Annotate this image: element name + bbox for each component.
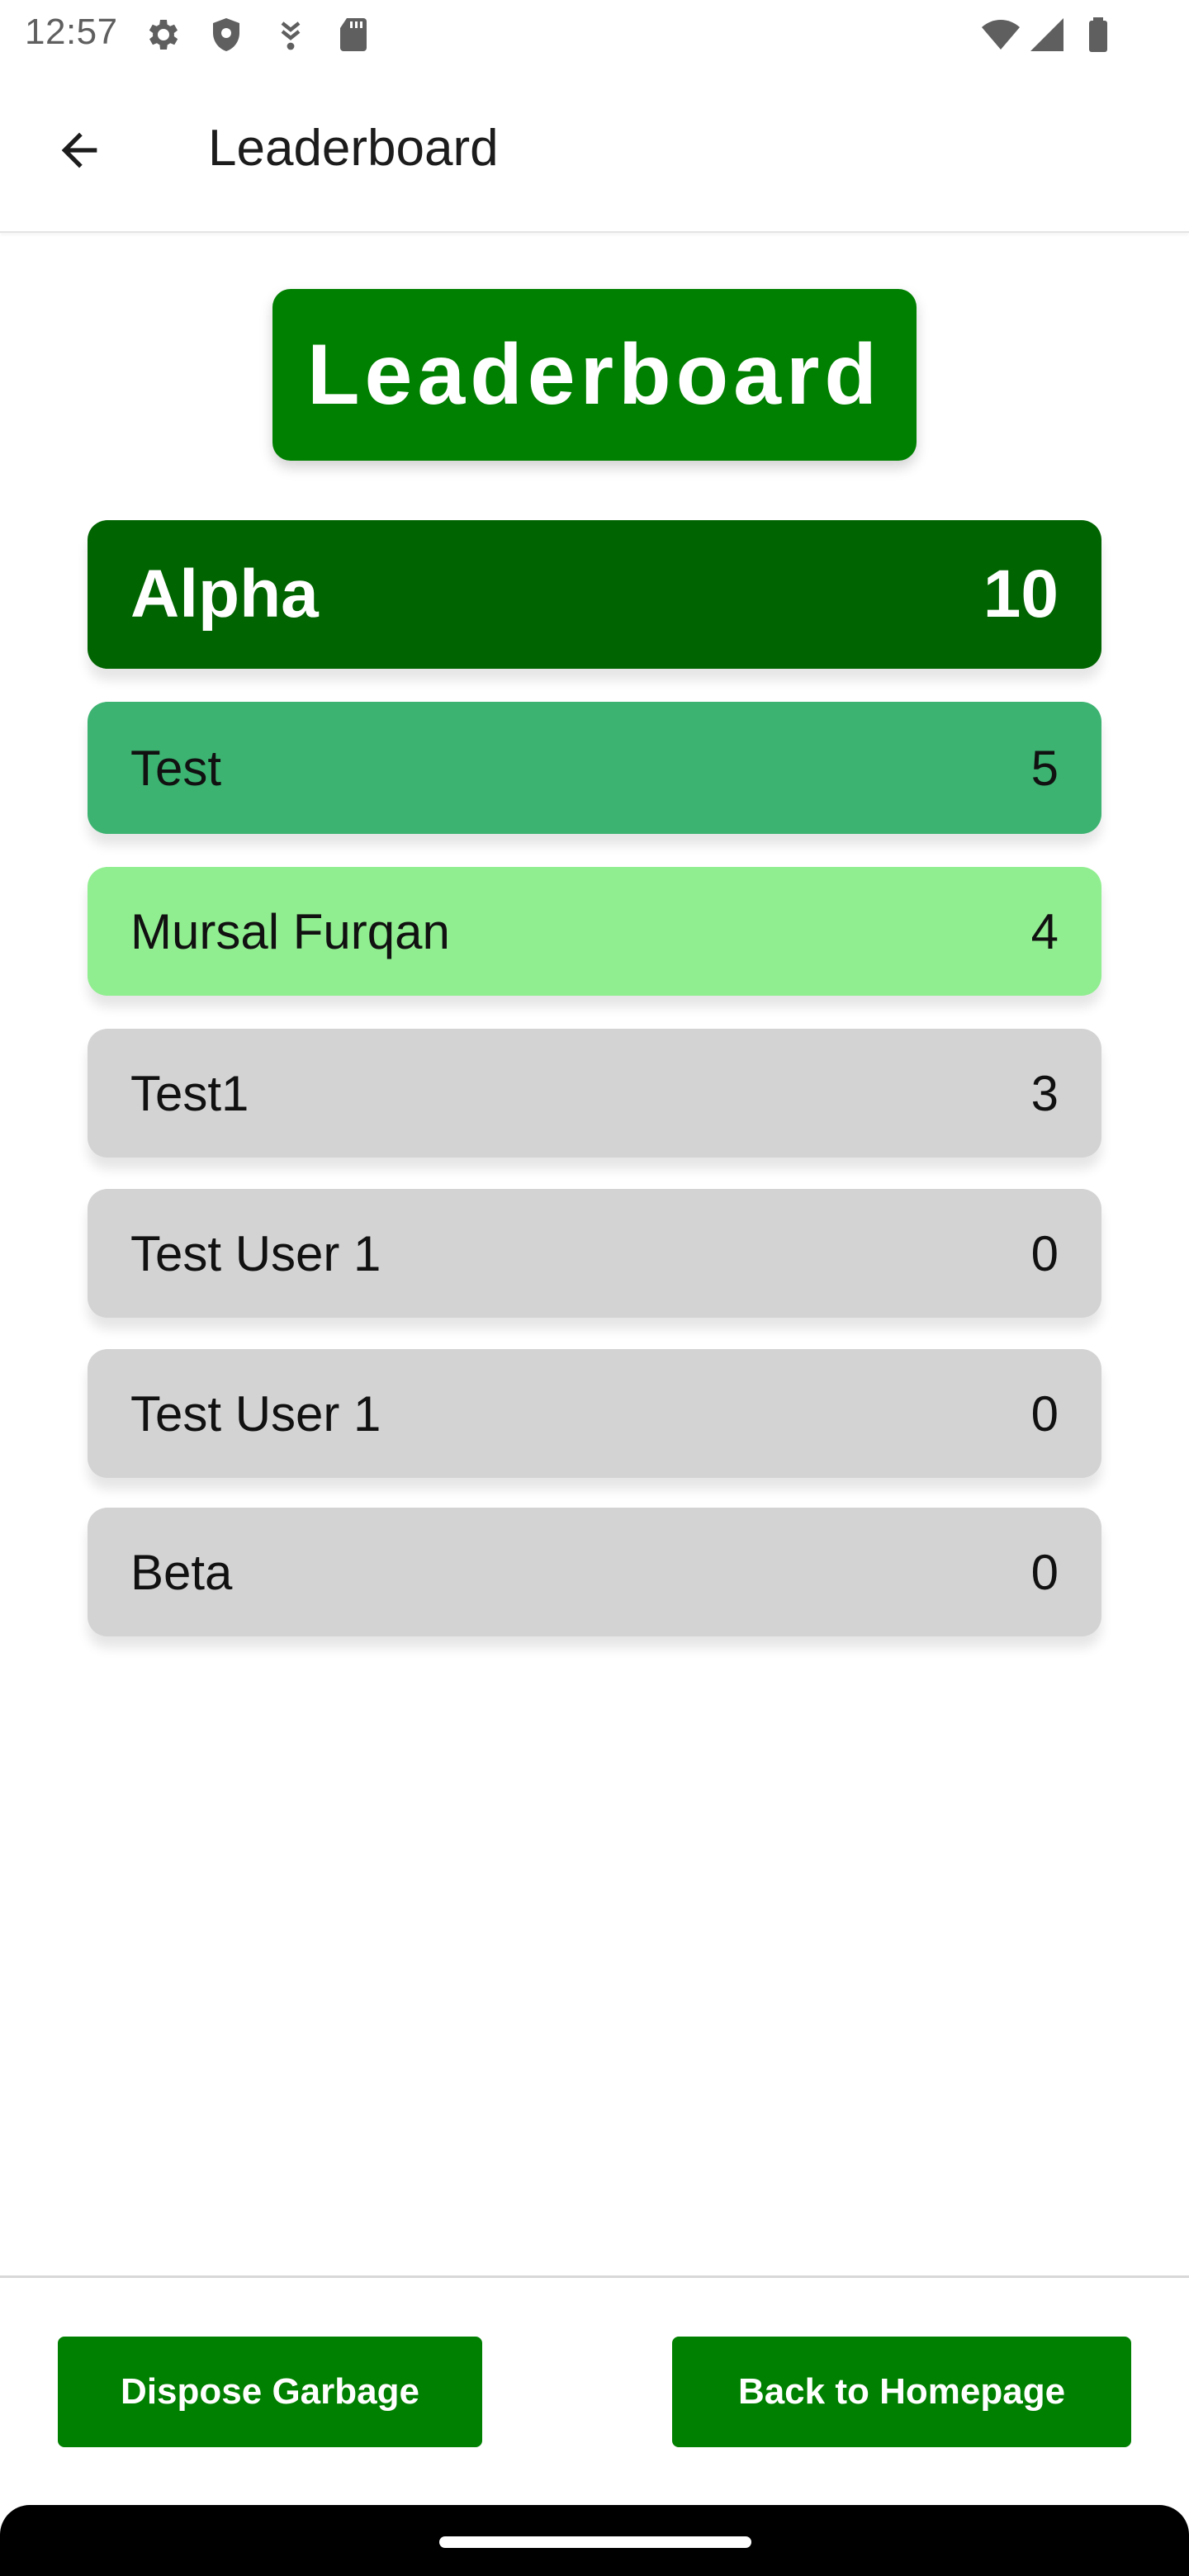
app-bar: Leaderboard bbox=[0, 69, 1189, 233]
player-name: Mursal Furqan bbox=[130, 903, 450, 959]
player-score: 10 bbox=[983, 556, 1059, 632]
player-name: Test1 bbox=[130, 1065, 249, 1121]
leaderboard-header: Leaderboard bbox=[272, 289, 917, 461]
settings-icon bbox=[142, 15, 182, 54]
back-button[interactable] bbox=[43, 114, 116, 187]
sd-card-icon bbox=[334, 15, 373, 54]
bottom-divider bbox=[0, 2275, 1189, 2278]
app-bar-title: Leaderboard bbox=[208, 120, 499, 177]
player-name: Beta bbox=[130, 1544, 233, 1600]
player-score: 0 bbox=[1030, 1225, 1059, 1281]
back-to-homepage-button[interactable]: Back to Homepage bbox=[672, 2337, 1131, 2447]
shield-icon bbox=[206, 15, 246, 54]
home-gesture-handle[interactable] bbox=[439, 2536, 751, 2548]
player-name: Test User 1 bbox=[130, 1385, 381, 1442]
leaderboard-row-7: Beta 0 bbox=[88, 1508, 1101, 1636]
player-score: 5 bbox=[1030, 740, 1059, 796]
leaderboard-row-4: Test1 3 bbox=[88, 1029, 1101, 1158]
arrow-back-icon bbox=[61, 132, 97, 168]
player-score: 4 bbox=[1030, 903, 1059, 959]
player-name: Alpha bbox=[130, 556, 319, 632]
download-icon bbox=[271, 15, 310, 54]
signal-icon bbox=[1027, 15, 1067, 54]
leaderboard-row-5: Test User 1 0 bbox=[88, 1189, 1101, 1318]
leaderboard-row-2: Test 5 bbox=[88, 702, 1101, 834]
player-name: Test bbox=[130, 740, 222, 796]
dispose-garbage-button[interactable]: Dispose Garbage bbox=[58, 2337, 482, 2447]
leaderboard-screen: 12:57 Leaderboard Leaderboard Alpha 10 T… bbox=[0, 0, 1189, 2576]
battery-icon bbox=[1078, 15, 1118, 54]
leaderboard-row-1: Alpha 10 bbox=[88, 520, 1101, 669]
player-score: 3 bbox=[1030, 1065, 1059, 1121]
status-bar: 12:57 bbox=[0, 0, 1189, 69]
status-time: 12:57 bbox=[25, 12, 118, 52]
leaderboard-row-3: Mursal Furqan 4 bbox=[88, 867, 1101, 996]
wifi-icon bbox=[981, 15, 1021, 54]
player-name: Test User 1 bbox=[130, 1225, 381, 1281]
leaderboard-row-6: Test User 1 0 bbox=[88, 1349, 1101, 1478]
navigation-bar bbox=[0, 2505, 1189, 2576]
player-score: 0 bbox=[1030, 1385, 1059, 1442]
player-score: 0 bbox=[1030, 1544, 1059, 1600]
